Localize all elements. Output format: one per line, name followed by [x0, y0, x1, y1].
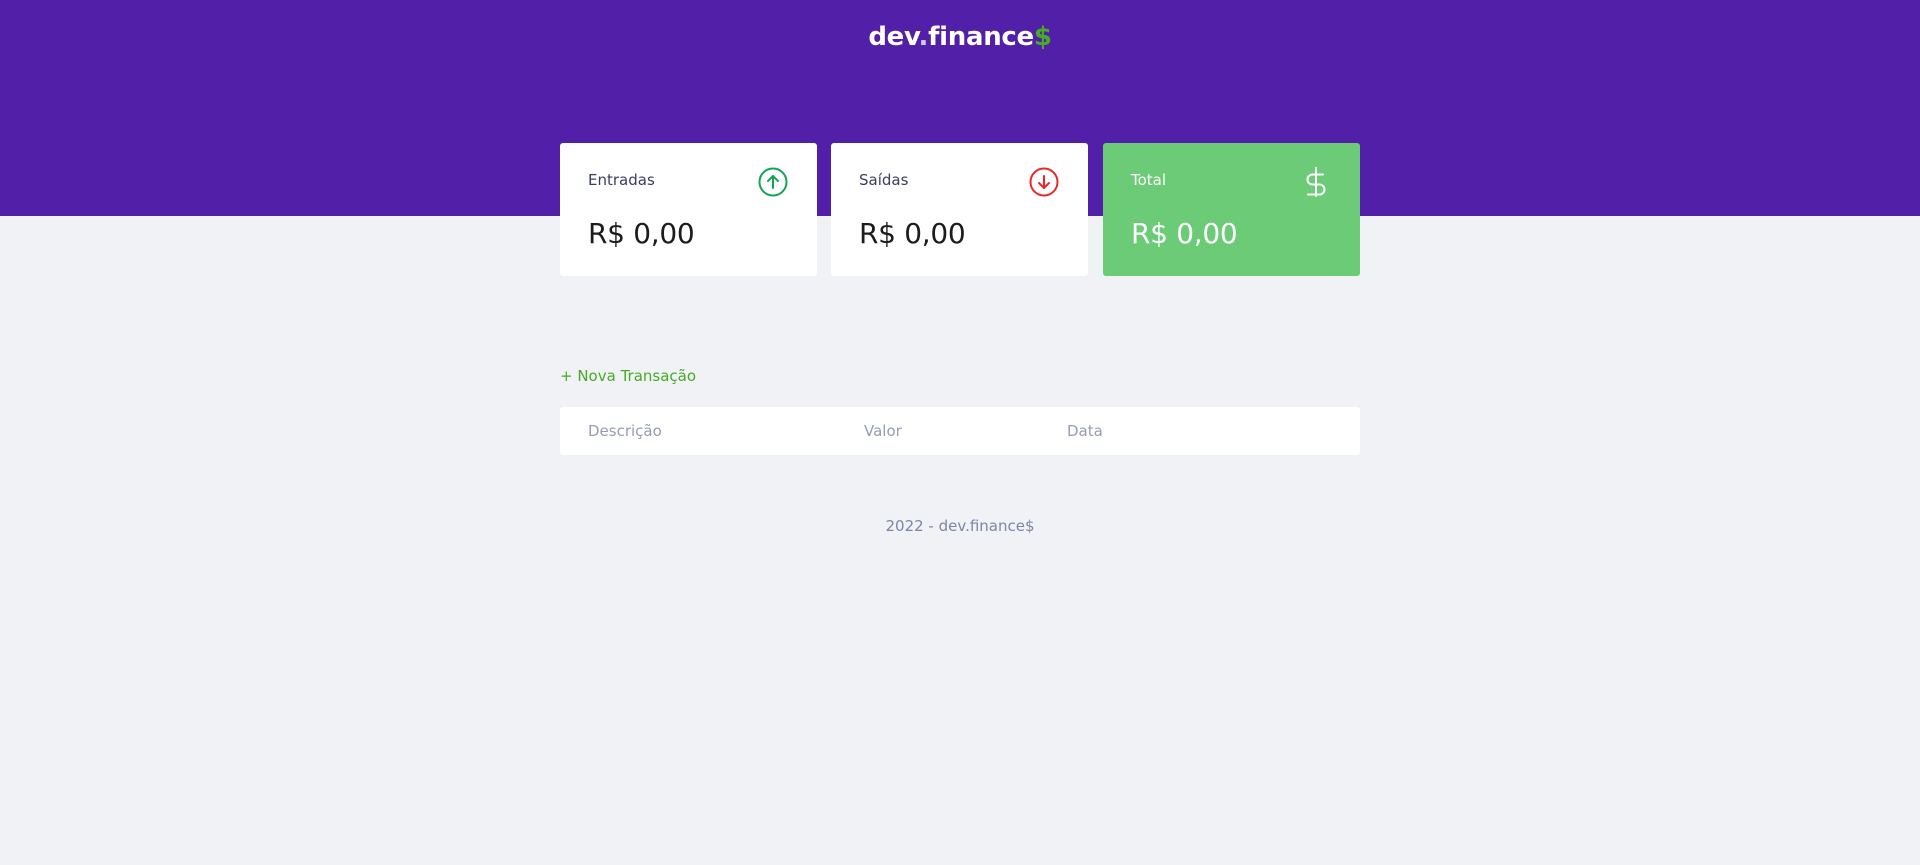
column-header-date: Data: [1067, 422, 1103, 440]
income-card-value: R$ 0,00: [588, 217, 695, 250]
column-header-value: Valor: [864, 422, 902, 440]
expense-card-title: Saídas: [859, 171, 909, 189]
logo-dot: .: [918, 22, 929, 52]
logo-finance: finance: [928, 22, 1034, 52]
total-card-title: Total: [1131, 171, 1167, 189]
app-logo: dev.finance$: [0, 22, 1920, 52]
dollar-sign-icon: [1306, 167, 1326, 197]
transactions-table: Descrição Valor Data: [560, 407, 1360, 455]
logo-dev: dev: [868, 22, 919, 52]
total-card: Total R$ 0,00: [1103, 143, 1360, 276]
column-header-description: Descrição: [588, 422, 662, 440]
income-card: Entradas R$ 0,00: [560, 143, 817, 276]
page-footer: 2022 - dev.finance$: [0, 517, 1920, 535]
total-card-value: R$ 0,00: [1131, 217, 1238, 250]
expense-card-value: R$ 0,00: [859, 217, 966, 250]
arrow-down-circle-icon: [1029, 167, 1059, 197]
income-card-title: Entradas: [588, 171, 655, 189]
expense-card: Saídas R$ 0,00: [831, 143, 1088, 276]
logo-dollar: $: [1033, 22, 1052, 52]
arrow-up-circle-icon: [758, 167, 788, 197]
new-transaction-button[interactable]: + Nova Transação: [560, 367, 696, 385]
footer-text: 2022 - dev.finance$: [885, 517, 1035, 535]
